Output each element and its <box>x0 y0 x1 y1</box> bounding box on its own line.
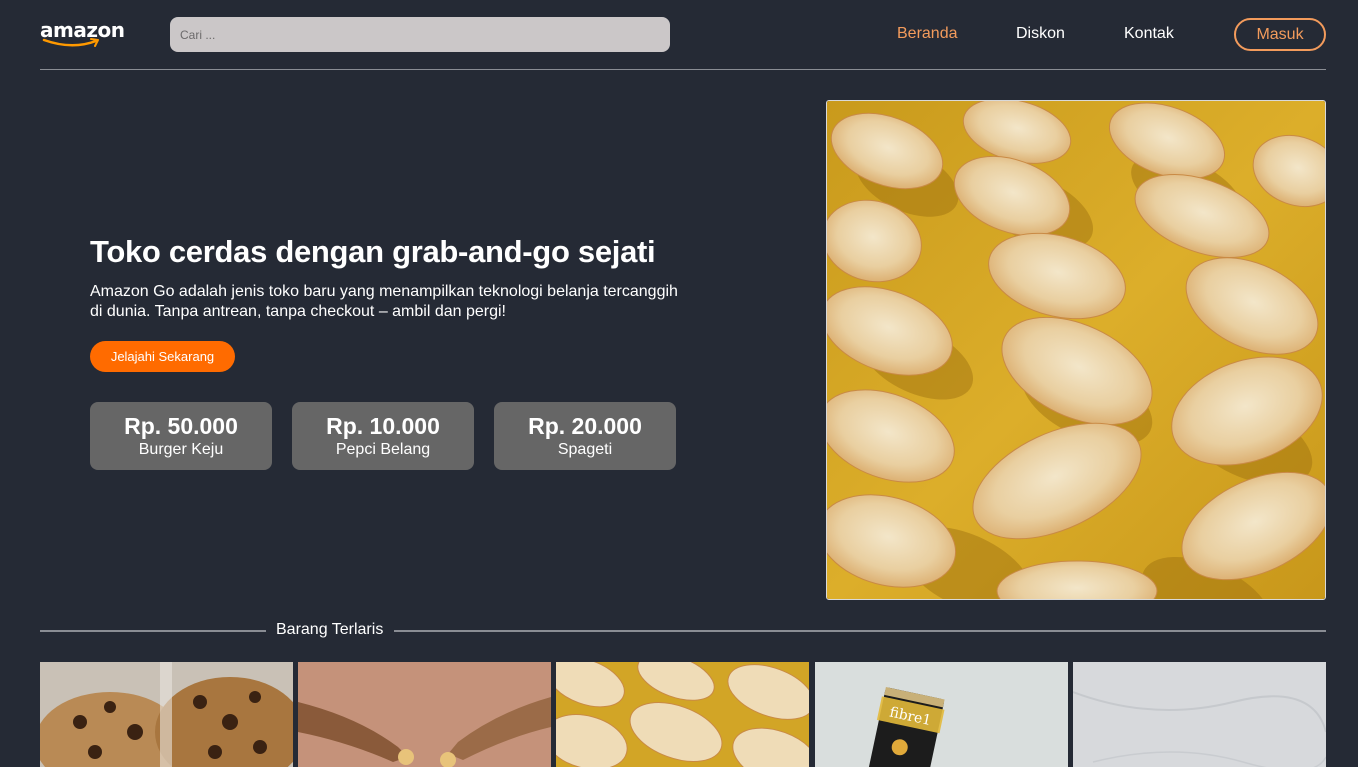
product-name: Pepci Belang <box>335 441 431 458</box>
amazon-logo[interactable]: amazon <box>40 18 125 50</box>
explore-now-button[interactable]: Jelajahi Sekarang <box>90 341 235 372</box>
product-name: Spageti <box>557 441 613 458</box>
section-divider-left <box>40 630 266 632</box>
bestsellers-title: Barang Terlaris <box>276 621 384 638</box>
nav-link-diskon[interactable]: Diskon <box>1016 25 1065 43</box>
hero-description: Amazon Go adalah jenis toko baru yang me… <box>90 283 678 320</box>
section-divider-right <box>394 630 1326 632</box>
smile-arrow-icon <box>42 38 99 47</box>
product-tile-hands[interactable] <box>298 662 551 767</box>
product-tile-cookies[interactable] <box>40 662 293 767</box>
nav-link-kontak[interactable]: Kontak <box>1124 25 1174 43</box>
product-tile-chips[interactable] <box>556 662 809 767</box>
product-card-spageti[interactable]: Rp. 20.000 Spageti <box>494 402 676 470</box>
hero-title: Toko cerdas dengan grab-and-go sejati <box>90 234 656 269</box>
product-tile-fibre-bar[interactable]: fibre1 <box>815 662 1068 767</box>
product-price: Rp. 10.000 <box>326 413 440 439</box>
login-button[interactable]: Masuk <box>1234 18 1326 51</box>
hero-chips-image <box>826 100 1326 600</box>
product-name: Burger Keju <box>138 441 224 458</box>
product-card-pepci[interactable]: Rp. 10.000 Pepci Belang <box>292 402 474 470</box>
top-navbar: amazon Beranda Diskon Kontak Masuk <box>40 0 1326 70</box>
product-price: Rp. 50.000 <box>124 413 238 439</box>
product-tile-marble[interactable] <box>1073 662 1326 767</box>
search-input[interactable] <box>170 17 670 52</box>
nav-link-beranda[interactable]: Beranda <box>897 25 958 43</box>
product-price: Rp. 20.000 <box>528 413 642 439</box>
product-card-burger[interactable]: Rp. 50.000 Burger Keju <box>90 402 272 470</box>
